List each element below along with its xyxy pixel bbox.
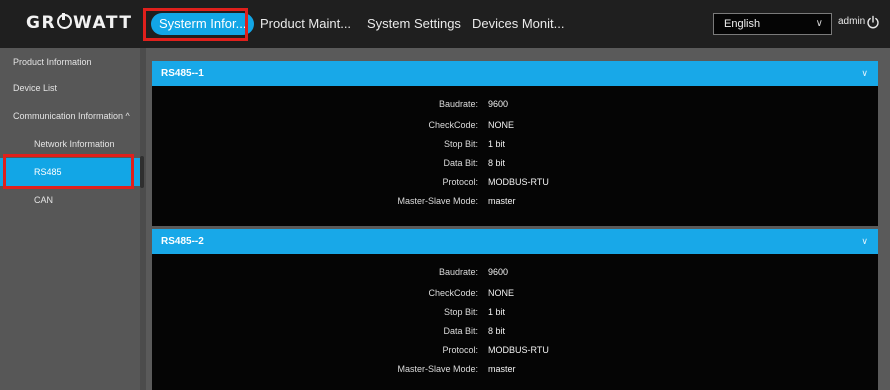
tab-system-settings[interactable]: System Settings bbox=[367, 13, 461, 35]
sidebar-item-product-information[interactable]: Product Information bbox=[0, 48, 140, 76]
growatt-logo: GR WATT bbox=[26, 13, 133, 33]
sidebar-item-can[interactable]: CAN bbox=[0, 186, 140, 214]
panel-title: RS485--2 bbox=[161, 236, 204, 247]
panel-body-rs485-2: Baudrate: 9600 CheckCode: NONE Stop Bit: 1 … bbox=[152, 254, 878, 390]
panel-title: RS485--1 bbox=[161, 68, 204, 79]
sidebar-highlight-box bbox=[3, 154, 134, 189]
row-master-slave-mode: Master-Slave Mode: master bbox=[397, 196, 516, 206]
sidebar-item-device-list[interactable]: Device List bbox=[0, 74, 140, 102]
panel-header-rs485-2[interactable]: RS485--2 ∨ bbox=[152, 229, 878, 254]
chevron-down-icon[interactable]: ∨ bbox=[861, 61, 868, 86]
chevron-down-icon: ∨ bbox=[815, 18, 823, 29]
user-name: admin bbox=[838, 16, 866, 27]
row-baudrate: Baudrate: 9600 bbox=[438, 99, 509, 109]
scrollbar-thumb[interactable] bbox=[140, 156, 144, 188]
tab-product-maintenance[interactable]: Product Maint... bbox=[260, 13, 351, 35]
tab-devices-monitoring[interactable]: Devices Monit... bbox=[472, 13, 564, 35]
sidebar: Product Information Device List Communic… bbox=[0, 48, 140, 390]
top-bar: GR WATT Systerm Infor... Product Maint...… bbox=[0, 0, 890, 48]
panel-header-rs485-1[interactable]: RS485--1 ∨ bbox=[152, 61, 878, 86]
language-select[interactable]: English ∨ bbox=[713, 13, 832, 35]
row-baudrate: Baudrate: 9600 bbox=[438, 267, 509, 277]
language-value: English bbox=[724, 18, 761, 30]
sidebar-scrollbar[interactable] bbox=[140, 48, 146, 390]
tab-highlight-box bbox=[143, 8, 248, 41]
row-master-slave-mode: Master-Slave Mode: master bbox=[397, 364, 516, 374]
sidebar-item-communication-information[interactable]: Communication Information ^ bbox=[0, 102, 140, 130]
power-icon[interactable] bbox=[866, 15, 880, 29]
chevron-down-icon[interactable]: ∨ bbox=[861, 229, 868, 254]
panel-body-rs485-1: Baudrate: 9600 CheckCode: NONE Stop Bit: 1 … bbox=[152, 86, 878, 226]
